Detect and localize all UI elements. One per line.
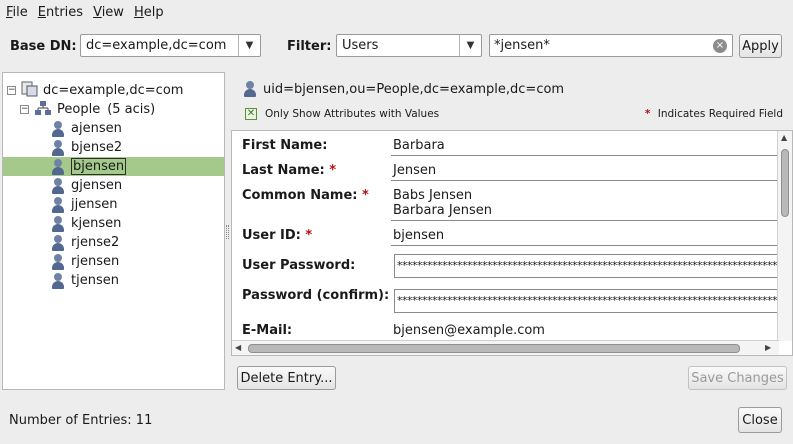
tree-root[interactable]: dc=example,dc=com: [21, 81, 183, 100]
field-underline: [391, 220, 777, 221]
email-field[interactable]: bjensen@example.com: [393, 323, 545, 338]
menu-view[interactable]: View: [93, 5, 124, 20]
user-icon: [51, 234, 65, 251]
save-changes-button[interactable]: Save Changes: [688, 366, 787, 390]
user-id-field[interactable]: bjensen: [393, 228, 444, 243]
vertical-scrollbar[interactable]: ▲: [777, 131, 792, 341]
checkbox-icon[interactable]: ✕: [245, 108, 257, 120]
horizontal-scroll-thumb[interactable]: [248, 344, 740, 353]
people-aci-count: (5 acis): [107, 102, 156, 117]
tree-entry-label: ajensen: [71, 121, 122, 136]
tree-entry-label: jjensen: [71, 197, 118, 212]
user-id-label: User ID: *: [242, 228, 313, 243]
last-name-field[interactable]: Jensen: [393, 163, 436, 178]
only-show-label: Only Show Attributes with Values: [265, 108, 440, 120]
common-name-label: Common Name: *: [242, 188, 369, 203]
menu-entries[interactable]: Entries: [38, 5, 83, 20]
tree-entry-label: rjensen: [71, 254, 120, 269]
tree-entry-label: rjense2: [71, 235, 120, 250]
user-password-field[interactable]: ****************************************…: [394, 254, 778, 278]
collapse-root-icon[interactable]: −: [7, 86, 16, 95]
tree-entry-label: bjense2: [71, 140, 123, 155]
tree-entry-label: tjensen: [71, 273, 119, 288]
email-label: E-Mail:: [242, 323, 293, 338]
scroll-up-icon[interactable]: ▲: [781, 133, 787, 142]
tree-entry[interactable]: bjensen: [51, 157, 127, 176]
user-icon: [51, 196, 65, 213]
chevron-down-icon[interactable]: ▼: [459, 35, 481, 56]
password-confirm-field[interactable]: ****************************************…: [394, 289, 778, 313]
entries-count: Number of Entries: 11: [9, 413, 153, 428]
filter-type-value: Users: [342, 38, 379, 53]
clear-icon[interactable]: ×: [713, 38, 727, 53]
org-unit-icon: [34, 100, 52, 120]
entry-dn: uid=bjensen,ou=People,dc=example,dc=com: [263, 81, 565, 97]
user-icon: [51, 158, 65, 175]
user-icon: [51, 253, 65, 270]
first-name-field[interactable]: Barbara: [393, 138, 445, 153]
tree-people[interactable]: People (5 acis): [34, 100, 155, 119]
user-icon: [243, 81, 257, 97]
required-field-note: * Indicates Required Field: [645, 108, 783, 120]
user-icon: [51, 272, 65, 289]
scroll-right-icon[interactable]: ▶: [765, 343, 771, 352]
field-underline: [391, 245, 777, 246]
user-icon: [51, 120, 65, 137]
scroll-left-icon[interactable]: ◀: [235, 343, 241, 352]
tree-root-label: dc=example,dc=com: [43, 83, 184, 98]
tree-entry-label: bjensen: [71, 158, 127, 175]
last-name-label: Last Name: *: [242, 163, 337, 178]
only-show-attributes[interactable]: ✕ Only Show Attributes with Values: [245, 108, 439, 120]
menu-bar: File Entries View Help: [0, 0, 793, 24]
tree-entry[interactable]: jjensen: [51, 195, 117, 214]
tree-entry[interactable]: rjensen: [51, 252, 119, 271]
base-dn-label: Base DN:: [10, 39, 77, 54]
tree-entry-label: kjensen: [71, 216, 122, 231]
vertical-scroll-thumb[interactable]: [781, 149, 789, 217]
field-underline: [391, 155, 777, 156]
base-dn-value: dc=example,dc=com: [86, 38, 227, 53]
pane-splitter[interactable]: [226, 225, 229, 239]
filter-type-combo[interactable]: Users ▼: [336, 34, 482, 57]
attribute-panel: First Name: Barbara Last Name: * Jensen …: [231, 130, 793, 356]
tree-entry[interactable]: kjensen: [51, 214, 121, 233]
filter-input[interactable]: *jensen* ×: [489, 34, 733, 57]
user-icon: [51, 177, 65, 194]
user-password-label: User Password:: [242, 258, 356, 273]
tree-entry[interactable]: bjense2: [51, 138, 122, 157]
menu-file[interactable]: File: [6, 5, 28, 20]
field-underline: [391, 180, 777, 181]
base-dn-combo[interactable]: dc=example,dc=com ▼: [80, 34, 261, 57]
tree-entry-label: gjensen: [71, 178, 123, 193]
delete-entry-button[interactable]: Delete Entry...: [237, 366, 336, 390]
horizontal-scrollbar[interactable]: ◀ ▶: [232, 340, 779, 355]
menu-help[interactable]: Help: [134, 5, 164, 20]
required-marker: *: [644, 108, 651, 120]
required-note-text: Indicates Required Field: [657, 108, 783, 120]
entry-tree: − dc=example,dc=com − People (5 acis) aj…: [2, 72, 225, 390]
close-button[interactable]: Close: [738, 407, 782, 433]
filter-input-value: *jensen*: [494, 38, 550, 53]
common-name-field-1[interactable]: Babs Jensen: [393, 188, 472, 203]
user-icon: [51, 139, 65, 156]
chevron-down-icon[interactable]: ▼: [238, 35, 260, 56]
tree-entry[interactable]: gjensen: [51, 176, 122, 195]
entry-dn-header: uid=bjensen,ou=People,dc=example,dc=com: [243, 81, 564, 97]
password-confirm-label: Password (confirm):: [242, 288, 390, 303]
tree-entry[interactable]: ajensen: [51, 119, 122, 138]
tree-entry[interactable]: tjensen: [51, 271, 119, 290]
people-label: People: [57, 102, 101, 117]
directory-root-icon: [21, 81, 39, 101]
first-name-label: First Name:: [242, 138, 328, 153]
user-icon: [51, 215, 65, 232]
tree-entry[interactable]: rjense2: [51, 233, 119, 252]
common-name-field-2[interactable]: Barbara Jensen: [393, 203, 492, 218]
apply-button[interactable]: Apply: [739, 34, 782, 58]
toolbar: Base DN: dc=example,dc=com ▼ Filter: Use…: [0, 28, 793, 64]
collapse-people-icon[interactable]: −: [20, 105, 29, 114]
entry-detail: uid=bjensen,ou=People,dc=example,dc=com …: [231, 72, 793, 396]
filter-label: Filter:: [287, 39, 332, 54]
